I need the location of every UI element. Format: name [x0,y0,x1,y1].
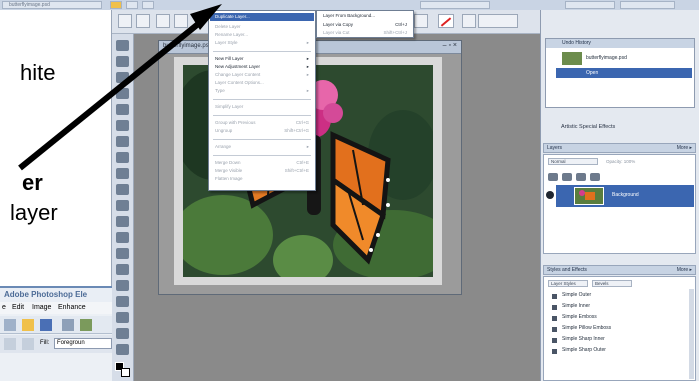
annotation-arrow [18,4,222,171]
